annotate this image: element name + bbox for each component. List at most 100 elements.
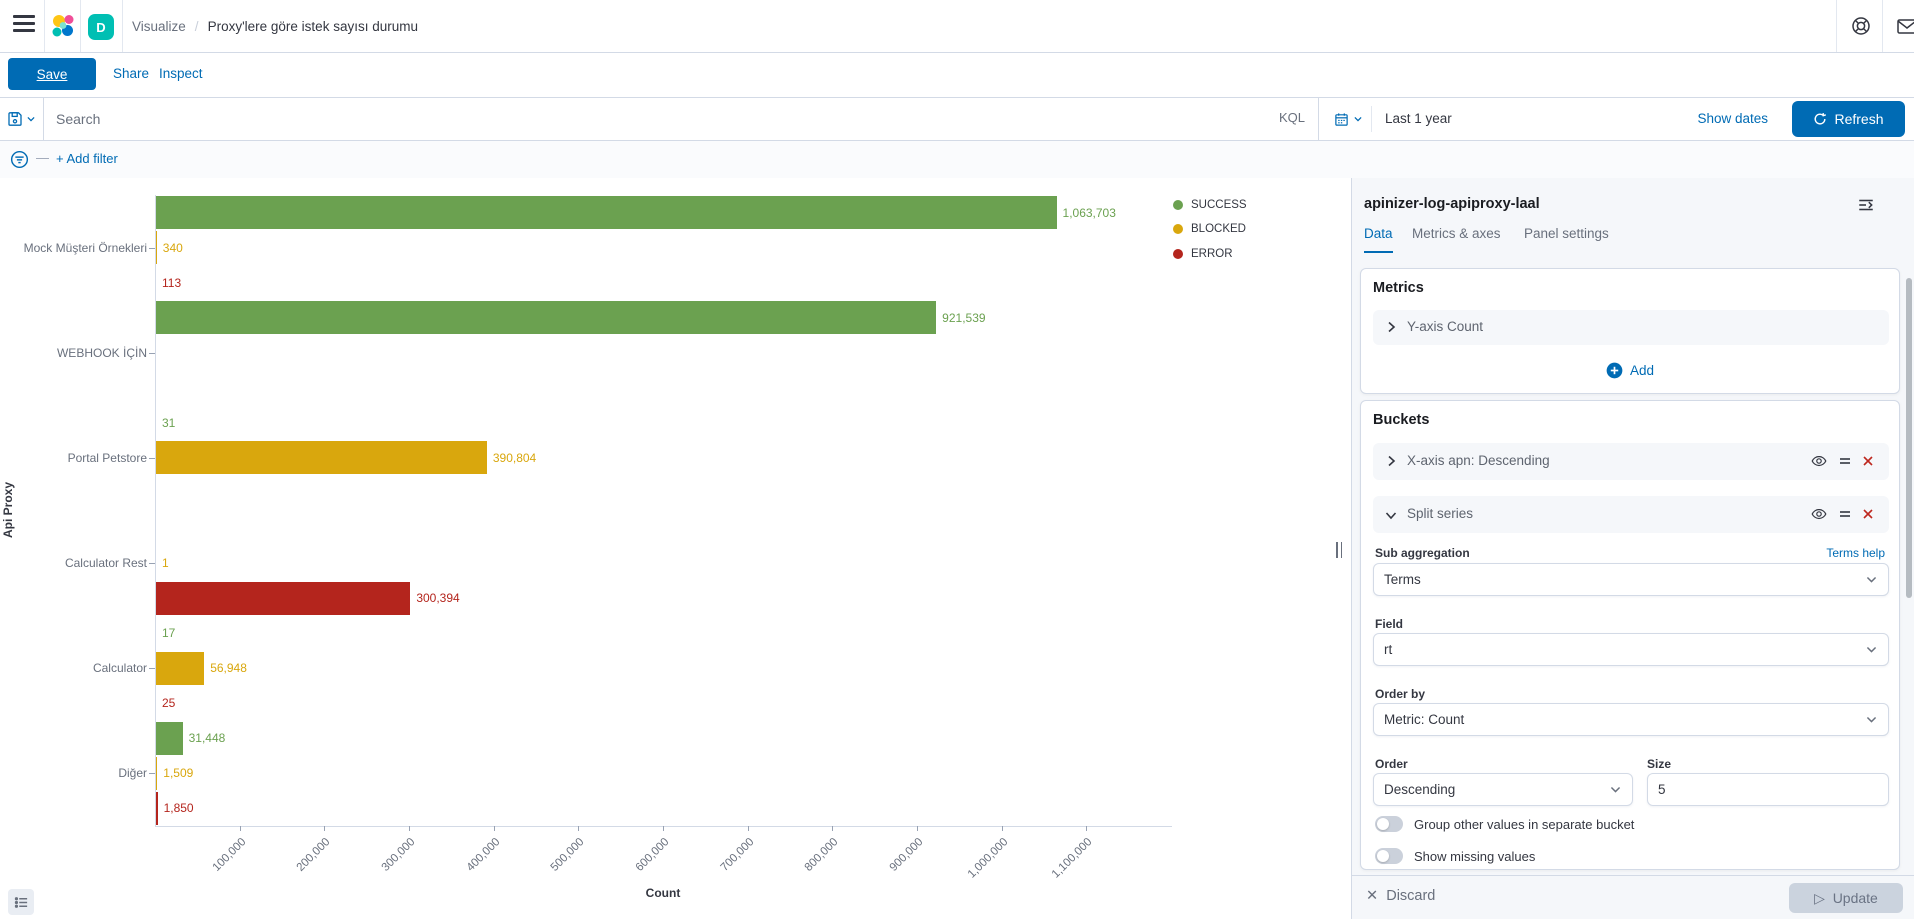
bucket-split-series-label: Split series (1407, 506, 1473, 521)
y-tick-mark (149, 563, 155, 564)
discard-button[interactable]: ✕ Discard (1366, 888, 1435, 904)
bar-segment[interactable] (156, 652, 204, 685)
chevron-right-icon (1383, 453, 1399, 469)
x-tick-label: 200,000 (265, 836, 333, 904)
bar-segment[interactable] (156, 196, 1057, 229)
order-by-label: Order by (1375, 687, 1425, 701)
query-bar: KQL Last 1 year Show dates Refresh (0, 97, 1914, 141)
saved-query-menu-button[interactable] (0, 98, 44, 140)
index-pattern-title: apinizer-log-apiproxy-laal (1364, 196, 1540, 212)
date-quick-select-button[interactable] (1326, 106, 1372, 132)
sidebar-scrollbar[interactable] (1906, 278, 1912, 598)
bar-segment[interactable] (156, 792, 158, 825)
bucket-split-series-row[interactable]: Split series (1373, 496, 1889, 533)
bar-segment[interactable] (156, 757, 157, 790)
legend-item[interactable]: SUCCESS (1173, 196, 1247, 213)
show-dates-button[interactable]: Show dates (1697, 111, 1768, 126)
group-other-toggle[interactable]: Group other values in separate bucket (1375, 816, 1634, 832)
x-tick-mark (409, 826, 410, 831)
x-tick-label: 100,000 (180, 836, 248, 904)
legend-item[interactable]: ERROR (1173, 245, 1247, 262)
category-label: Portal Petstore (7, 451, 147, 466)
x-tick-label: 300,000 (350, 836, 418, 904)
page-title: Proxy'lere göre istek sayısı durumu (208, 19, 418, 34)
bar-segment[interactable] (156, 582, 410, 615)
bar-value-label: 31,448 (189, 731, 226, 745)
x-tick-mark (324, 826, 325, 831)
legend-item[interactable]: BLOCKED (1173, 221, 1247, 238)
order-select[interactable]: Descending (1373, 773, 1633, 806)
bar-segment[interactable] (156, 231, 157, 264)
legend-toggle-button[interactable] (8, 889, 34, 915)
remove-icon[interactable] (1860, 506, 1876, 522)
mail-icon[interactable] (1896, 15, 1914, 37)
add-filter-button[interactable]: + Add filter (56, 151, 118, 166)
show-missing-toggle[interactable]: Show missing values (1375, 848, 1535, 864)
tab-panel-settings[interactable]: Panel settings (1524, 226, 1609, 251)
x-tick-mark (240, 826, 241, 831)
size-input[interactable] (1647, 773, 1889, 806)
bar-value-label: 390,804 (493, 451, 536, 465)
elastic-logo-icon[interactable] (50, 13, 76, 39)
bar-segment[interactable] (156, 301, 936, 334)
show-missing-label: Show missing values (1414, 849, 1535, 864)
collapse-panel-icon[interactable] (1857, 196, 1875, 214)
bar-value-label: 1,063,703 (1063, 206, 1116, 220)
bar-segment[interactable] (156, 441, 487, 474)
bucket-xaxis-row[interactable]: X-axis apn: Descending (1373, 443, 1889, 480)
eye-icon[interactable] (1811, 506, 1827, 522)
add-metric-label: Add (1630, 363, 1654, 378)
tab-data[interactable]: Data (1364, 226, 1393, 253)
y-axis-title: Api Proxy (1, 458, 15, 562)
tab-metrics-axes[interactable]: Metrics & axes (1412, 226, 1501, 251)
inspect-button[interactable]: Inspect (159, 66, 203, 81)
x-tick-mark (1086, 826, 1087, 831)
legend-dot (1173, 249, 1183, 259)
order-value: Descending (1384, 782, 1609, 797)
sub-aggregation-select[interactable]: Terms (1373, 563, 1889, 596)
sidebar-footer: ✕ Discard ▷ Update (1352, 875, 1914, 919)
kql-language-button[interactable]: KQL (1279, 110, 1305, 125)
menu-icon[interactable] (13, 15, 35, 37)
filter-dash: — (36, 150, 49, 165)
category-label: Mock Müşteri Örnekleri (7, 241, 147, 256)
add-metric-button[interactable]: Add (1361, 355, 1899, 385)
space-avatar[interactable]: D (88, 14, 114, 40)
drag-handle-icon[interactable] (1837, 453, 1853, 469)
kibana-visualize-page: D Visualize / Proxy'lere göre istek sayı… (0, 0, 1914, 919)
chevron-down-icon (26, 114, 36, 124)
x-tick-mark (663, 826, 664, 831)
field-select[interactable]: rt (1373, 633, 1889, 666)
sub-aggregation-value: Terms (1384, 572, 1865, 587)
order-by-select[interactable]: Metric: Count (1373, 703, 1889, 736)
filter-icon[interactable] (10, 150, 29, 169)
eye-icon[interactable] (1811, 453, 1827, 469)
breadcrumb-visualize-link[interactable]: Visualize (132, 19, 186, 34)
chart-legend: SUCCESS BLOCKED ERROR (1173, 196, 1247, 270)
save-button[interactable]: Save (8, 58, 96, 90)
terms-help-link[interactable]: Terms help (1826, 546, 1885, 560)
sub-aggregation-label: Sub aggregation (1375, 546, 1470, 560)
bar-value-label: 17 (162, 626, 175, 640)
metrics-heading: Metrics (1373, 280, 1424, 296)
help-icon[interactable] (1850, 15, 1872, 37)
time-range-value[interactable]: Last 1 year (1385, 111, 1452, 126)
metric-yaxis-row[interactable]: Y-axis Count (1373, 310, 1889, 345)
chevron-down-icon (1609, 783, 1622, 796)
search-input[interactable] (56, 103, 1266, 135)
chevron-down-icon (1865, 713, 1878, 726)
panel-resize-handle[interactable] (1336, 542, 1344, 558)
x-tick-mark (748, 826, 749, 831)
bar-segment[interactable] (156, 722, 183, 755)
x-tick-mark (578, 826, 579, 831)
refresh-button[interactable]: Refresh (1792, 101, 1905, 137)
plus-circle-icon (1606, 362, 1623, 379)
update-button[interactable]: ▷ Update (1789, 883, 1903, 913)
drag-handle-icon[interactable] (1837, 506, 1853, 522)
share-button[interactable]: Share (113, 66, 149, 81)
remove-icon[interactable] (1860, 453, 1876, 469)
y-tick-mark (149, 353, 155, 354)
bar-value-label: 25 (162, 696, 175, 710)
group-other-label: Group other values in separate bucket (1414, 817, 1634, 832)
legend-dot (1173, 200, 1183, 210)
